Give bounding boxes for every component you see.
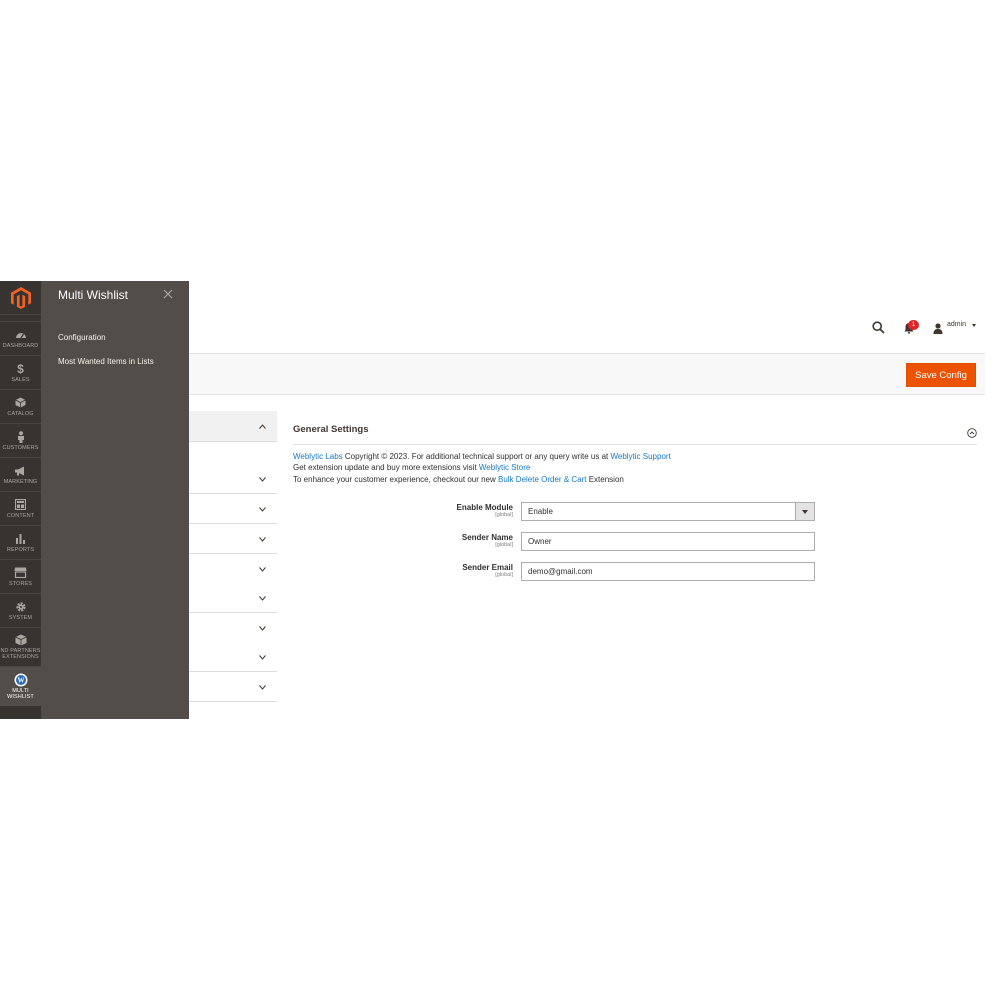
info-text: Get extension update and buy more extens…	[293, 463, 479, 472]
flyout-title: Multi Wishlist	[58, 288, 129, 302]
weblytic-labs-link[interactable]: Weblytic Labs	[293, 452, 343, 461]
config-tab-row[interactable]	[189, 642, 277, 672]
enable-module-label: Enable Module	[456, 503, 513, 512]
collapse-toggle-icon[interactable]	[967, 425, 977, 438]
weblytic-store-link[interactable]: Weblytic Store	[479, 463, 530, 472]
config-tab-row[interactable]	[189, 464, 277, 494]
nav-label: STORES	[8, 580, 33, 587]
nav-multi-wishlist[interactable]: W MULTI WISHLIST	[0, 666, 41, 706]
nav-label: SYSTEM	[8, 614, 33, 621]
search-icon[interactable]	[872, 321, 885, 334]
config-tab-row[interactable]	[189, 554, 277, 584]
info-line-copyright: Weblytic Labs Copyright © 2023. For addi…	[293, 452, 671, 461]
nav-label: CONTENT	[6, 512, 35, 519]
sender-email-label: Sender Email	[462, 563, 513, 572]
page-actions-bar	[189, 353, 985, 395]
nav-label: ND PARTNERS EXTENSIONS	[0, 647, 41, 661]
bulk-delete-link[interactable]: Bulk Delete Order & Cart	[498, 475, 586, 484]
config-tabs	[189, 411, 277, 719]
save-config-button[interactable]: Save Config	[906, 363, 976, 387]
enable-module-select[interactable]: Enable	[521, 502, 815, 521]
sender-name-label: Sender Name	[461, 533, 513, 542]
svg-text:W: W	[17, 676, 24, 684]
config-tab-row[interactable]	[189, 494, 277, 524]
config-tab-row[interactable]	[189, 672, 277, 702]
dollar-icon: $	[17, 361, 24, 376]
nav-label: REPORTS	[6, 546, 35, 553]
scope-label: [global]	[495, 542, 513, 548]
flyout-link-configuration[interactable]: Configuration	[58, 333, 106, 342]
info-line-store: Get extension update and buy more extens…	[293, 463, 530, 472]
nav-label: SALES	[11, 376, 30, 383]
nav-stores[interactable]: STORES	[0, 559, 41, 593]
gear-icon	[14, 600, 28, 614]
info-text: To enhance your customer experience, che…	[293, 475, 499, 484]
nav-marketing[interactable]: MARKETING	[0, 457, 41, 491]
chevron-down-icon	[259, 567, 266, 572]
info-text: Copyright © 2023. For additional technic…	[342, 452, 611, 461]
admin-sidebar: DASHBOARD $ SALES CATALOG CUSTOMERS MARK…	[0, 281, 41, 719]
section-title[interactable]: General Settings	[293, 424, 369, 435]
input-value: Owner	[528, 537, 552, 546]
nav-reports[interactable]: REPORTS	[0, 525, 41, 559]
section-divider	[293, 444, 977, 445]
scope-label: [global]	[495, 572, 513, 578]
nav-dashboard[interactable]: DASHBOARD	[0, 321, 41, 355]
admin-user-menu[interactable]: admin	[947, 321, 966, 328]
cube-icon	[14, 396, 28, 410]
select-value: Enable	[528, 507, 553, 516]
chevron-down-icon	[259, 655, 266, 660]
input-value: demo@gmail.com	[528, 567, 593, 576]
nav-label: CATALOG	[7, 410, 34, 417]
nav-label: CUSTOMERS	[2, 444, 39, 451]
magento-logo-icon	[10, 286, 31, 309]
layout-icon	[14, 498, 28, 512]
info-text: Extension	[586, 475, 624, 484]
chevron-down-icon	[259, 626, 266, 631]
weblytic-w-icon: W	[14, 673, 28, 687]
multi-wishlist-flyout: Multi Wishlist Configuration Most Wanted…	[41, 281, 189, 719]
weblytic-support-link[interactable]: Weblytic Support	[610, 452, 670, 461]
sender-name-field[interactable]: Owner	[521, 532, 815, 551]
chevron-down-icon[interactable]	[972, 324, 976, 327]
info-line-extension: To enhance your customer experience, che…	[293, 475, 624, 484]
sender-email-field[interactable]: demo@gmail.com	[521, 562, 815, 581]
chevron-down-icon	[259, 685, 266, 690]
nav-label: MARKETING	[3, 478, 38, 485]
megaphone-icon	[14, 464, 28, 478]
nav-catalog[interactable]: CATALOG	[0, 389, 41, 423]
chevron-down-icon	[259, 507, 266, 512]
admin-viewport: DASHBOARD $ SALES CATALOG CUSTOMERS MARK…	[0, 281, 1000, 719]
nav-sales[interactable]: $ SALES	[0, 355, 41, 389]
nav-label: DASHBOARD	[2, 342, 39, 349]
magento-logo[interactable]	[0, 281, 41, 315]
bar-chart-icon	[14, 532, 28, 546]
nav-customers[interactable]: CUSTOMERS	[0, 423, 41, 457]
config-tab-row[interactable]	[189, 583, 277, 613]
config-tab-row[interactable]	[189, 613, 277, 643]
config-tab-active[interactable]	[189, 411, 277, 442]
chevron-down-icon	[259, 596, 266, 601]
chevron-down-icon	[259, 477, 266, 482]
chevron-down-icon	[259, 537, 266, 542]
user-icon[interactable]	[933, 321, 943, 334]
config-tab-row[interactable]	[189, 524, 277, 554]
storefront-icon	[14, 566, 28, 580]
notification-count-badge: 1	[908, 320, 919, 330]
person-icon	[14, 430, 28, 444]
chevron-up-icon	[259, 424, 266, 429]
flyout-link-most-wanted[interactable]: Most Wanted Items in Lists	[58, 357, 154, 366]
nav-system[interactable]: SYSTEM	[0, 593, 41, 627]
chevron-down-icon	[795, 503, 814, 520]
scope-label: [global]	[495, 512, 513, 518]
close-icon[interactable]	[161, 287, 175, 301]
box-icon	[14, 633, 28, 647]
nav-content[interactable]: CONTENT	[0, 491, 41, 525]
nav-partners-extensions[interactable]: ND PARTNERS EXTENSIONS	[0, 627, 41, 665]
dashboard-icon	[14, 328, 28, 342]
nav-label: MULTI WISHLIST	[7, 687, 34, 701]
